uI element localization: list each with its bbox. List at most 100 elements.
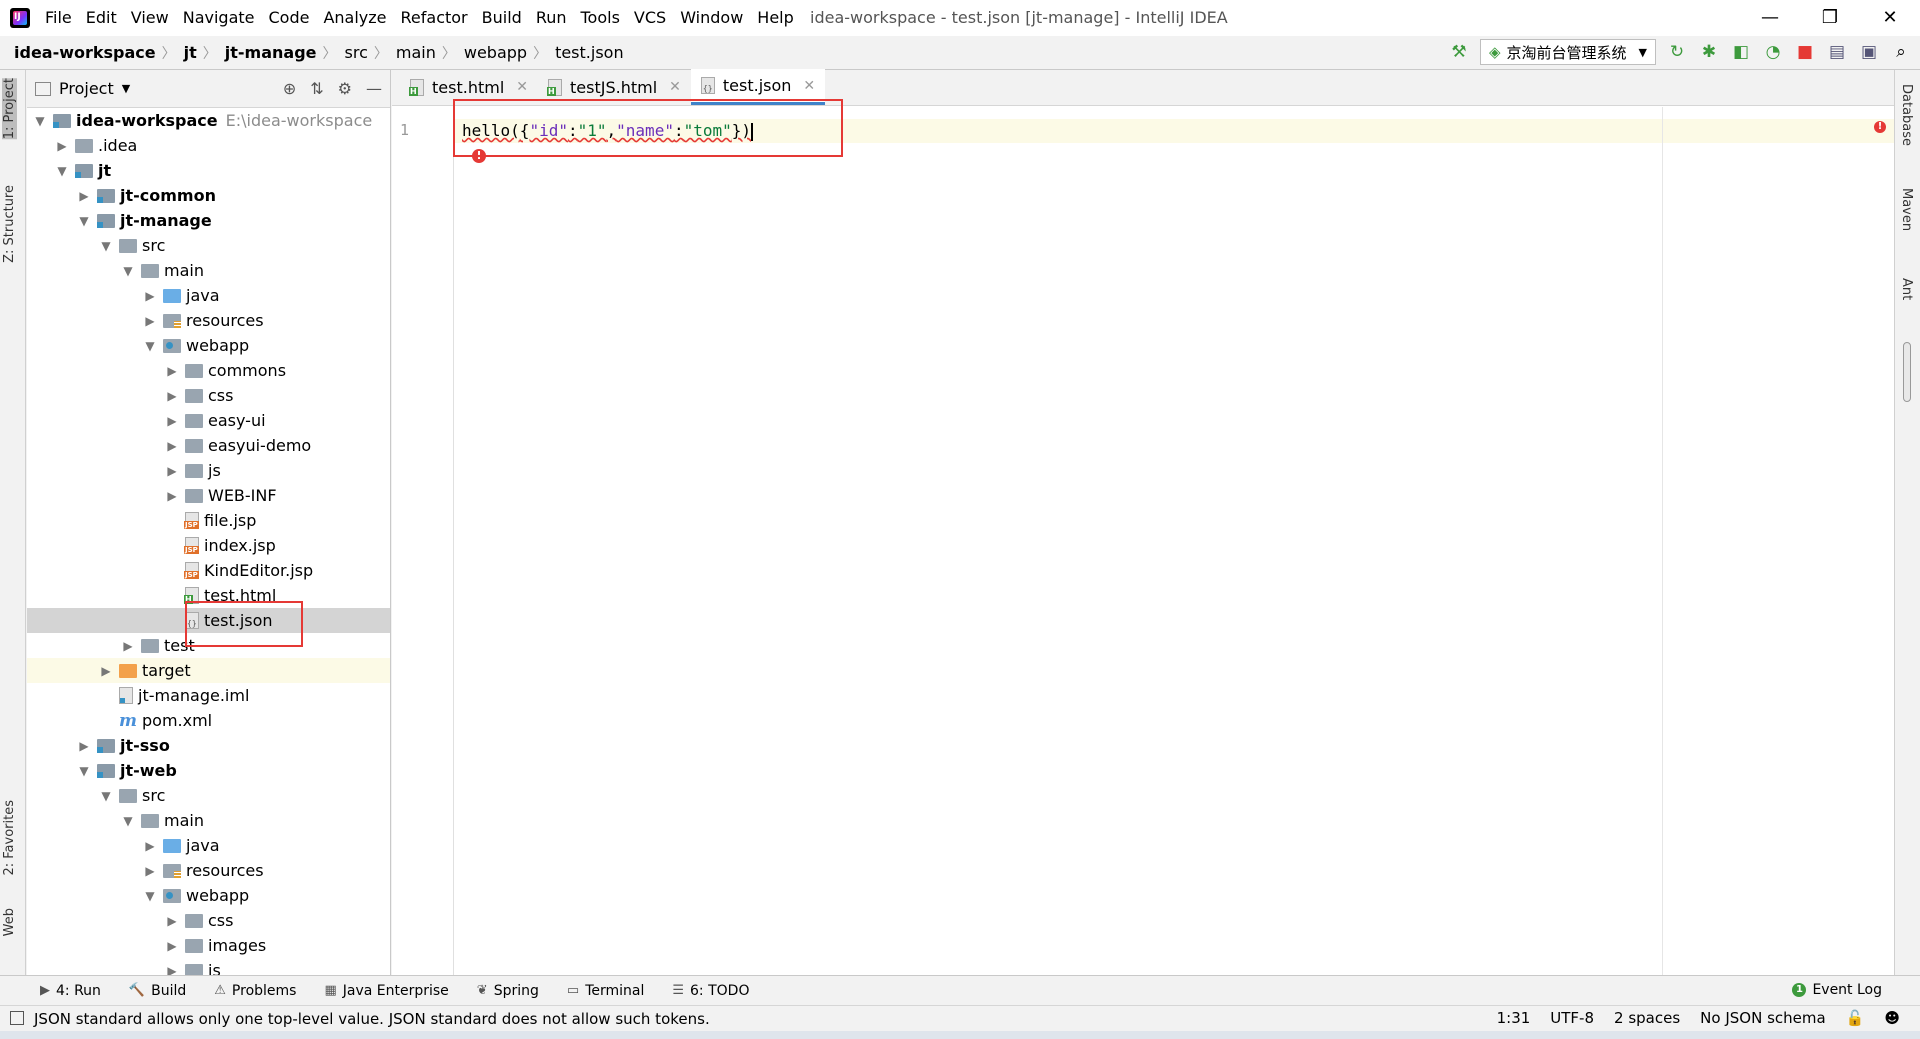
tree-item[interactable]: ▶ css (27, 908, 390, 933)
tree-item[interactable]: ▶ easyui-demo (27, 433, 390, 458)
close-tab-icon[interactable]: ✕ (516, 79, 528, 95)
tree-item[interactable]: ▶ test (27, 633, 390, 658)
debug-icon[interactable]: ✱ (1698, 41, 1720, 63)
tree-item[interactable]: ▶ .idea (27, 133, 390, 158)
stop-icon[interactable]: ■ (1794, 41, 1816, 63)
caret-position[interactable]: 1:31 (1497, 1009, 1531, 1027)
tree-item[interactable]: ▶ java (27, 283, 390, 308)
editor-tab[interactable]: test.json ✕ (690, 69, 826, 105)
tree-item[interactable]: ▼ main (27, 808, 390, 833)
error-stripe-icon[interactable]: ! (1874, 121, 1886, 133)
menu-item-view[interactable]: View (124, 0, 176, 36)
tree-item[interactable]: ▼ webapp (27, 333, 390, 358)
search-everywhere-icon[interactable]: ⌕ (1890, 41, 1912, 63)
tree-item[interactable]: ▶ resources (27, 858, 390, 883)
chevron-down-icon[interactable]: ▼ (122, 82, 130, 95)
close-tab-icon[interactable]: ✕ (669, 79, 681, 95)
tree-item[interactable]: jt-manage.iml (27, 683, 390, 708)
event-log-button[interactable]: 1 Event Log (1792, 982, 1882, 998)
tab-database-tool[interactable]: Database (1899, 84, 1914, 146)
collapse-arrow-icon[interactable]: ▶ (165, 364, 179, 378)
expand-arrow-icon[interactable]: ▼ (143, 339, 157, 353)
expand-arrow-icon[interactable]: ▼ (121, 264, 135, 278)
run-configuration-select[interactable]: ◈ 京淘前台管理系统 ▼ (1479, 39, 1656, 65)
tree-item[interactable]: test.json (27, 608, 390, 633)
tree-item[interactable]: KindEditor.jsp (27, 558, 390, 583)
build-hammer-icon[interactable]: ⚒ (1448, 41, 1470, 63)
menu-item-vcs[interactable]: VCS (627, 0, 673, 36)
expand-arrow-icon[interactable]: ▼ (99, 789, 113, 803)
tree-item[interactable]: m pom.xml (27, 708, 390, 733)
hide-panel-icon[interactable]: — (366, 79, 382, 98)
breadcrumb-item[interactable]: jt (184, 43, 197, 62)
menu-item-file[interactable]: File (38, 0, 79, 36)
collapse-arrow-icon[interactable]: ▶ (165, 914, 179, 928)
collapse-arrow-icon[interactable]: ▶ (143, 864, 157, 878)
close-window-button[interactable]: ✕ (1860, 0, 1920, 36)
tree-item[interactable]: ▼ webapp (27, 883, 390, 908)
collapse-all-icon[interactable]: ⇅ (310, 79, 323, 98)
collapse-arrow-icon[interactable]: ▶ (165, 414, 179, 428)
tool-button-spring[interactable]: ❦ Spring (477, 983, 539, 999)
code-line-1[interactable]: hello({"id":"1","name":"tom"}) (462, 121, 754, 141)
collapse-arrow-icon[interactable]: ▶ (77, 189, 91, 203)
tree-item[interactable]: index.jsp (27, 533, 390, 558)
tree-item[interactable]: file.jsp (27, 508, 390, 533)
collapse-arrow-icon[interactable]: ▶ (165, 389, 179, 403)
tool-button-4-run[interactable]: ▶ 4: Run (40, 983, 101, 999)
layout-icon[interactable]: ▣ (1858, 41, 1880, 63)
project-view-select[interactable]: Project (59, 79, 114, 98)
tree-item[interactable]: test.html (27, 583, 390, 608)
breadcrumb-item[interactable]: test.json (555, 43, 624, 62)
collapse-arrow-icon[interactable]: ▶ (121, 639, 135, 653)
tab-project-tool[interactable]: 1: Project (2, 78, 17, 140)
minimize-button[interactable]: — (1740, 0, 1800, 36)
tool-button-java-enterprise[interactable]: ▦ Java Enterprise (324, 983, 448, 999)
tool-button-terminal[interactable]: ▭ Terminal (567, 983, 644, 999)
breadcrumb-item[interactable]: main (396, 43, 436, 62)
tree-item[interactable]: ▶ js (27, 458, 390, 483)
collapse-arrow-icon[interactable]: ▶ (165, 464, 179, 478)
tree-item[interactable]: ▶ images (27, 933, 390, 958)
settings-gear-icon[interactable]: ⚙ (338, 79, 352, 98)
tree-item[interactable]: ▶ jt-sso (27, 733, 390, 758)
lock-icon[interactable]: 🔓 (1846, 1009, 1865, 1027)
expand-arrow-icon[interactable]: ▼ (143, 889, 157, 903)
menu-item-help[interactable]: Help (750, 0, 800, 36)
json-schema[interactable]: No JSON schema (1700, 1009, 1826, 1027)
collapse-arrow-icon[interactable]: ▶ (143, 289, 157, 303)
tool-button-6-todo[interactable]: ☰ 6: TODO (672, 983, 749, 999)
collapse-arrow-icon[interactable]: ▶ (165, 439, 179, 453)
collapse-arrow-icon[interactable]: ▶ (143, 314, 157, 328)
menu-item-refactor[interactable]: Refactor (394, 0, 475, 36)
breadcrumb-item[interactable]: jt-manage (225, 43, 317, 62)
tree-item[interactable]: ▶ target (27, 658, 390, 683)
tree-item[interactable]: ▼ main (27, 258, 390, 283)
tree-item[interactable]: ▶ easy-ui (27, 408, 390, 433)
indent-setting[interactable]: 2 spaces (1614, 1009, 1680, 1027)
error-bulb-icon[interactable]: ! (472, 149, 486, 163)
profile-icon[interactable]: ◔ (1762, 41, 1784, 63)
tree-item[interactable]: ▶ resources (27, 308, 390, 333)
breadcrumb-item[interactable]: idea-workspace (14, 43, 156, 62)
menu-item-run[interactable]: Run (529, 0, 574, 36)
tree-item[interactable]: ▶ js (27, 958, 390, 975)
expand-arrow-icon[interactable]: ▼ (55, 164, 69, 178)
menu-item-code[interactable]: Code (262, 0, 317, 36)
tree-item[interactable]: ▶ commons (27, 358, 390, 383)
scrollbar-handle[interactable] (1903, 342, 1911, 402)
editor-tab[interactable]: testJS.html ✕ (538, 69, 691, 105)
rerun-icon[interactable]: ↻ (1666, 41, 1688, 63)
expand-arrow-icon[interactable]: ▼ (121, 814, 135, 828)
tab-favorites-tool[interactable]: 2: Favorites (2, 800, 17, 876)
collapse-arrow-icon[interactable]: ▶ (165, 489, 179, 503)
menu-item-navigate[interactable]: Navigate (176, 0, 262, 36)
menu-item-tools[interactable]: Tools (574, 0, 627, 36)
expand-arrow-icon[interactable]: ▼ (99, 239, 113, 253)
menu-item-analyze[interactable]: Analyze (316, 0, 393, 36)
coverage-icon[interactable]: ◧ (1730, 41, 1752, 63)
editor-tab[interactable]: test.html ✕ (400, 69, 538, 105)
collapse-arrow-icon[interactable]: ▶ (165, 939, 179, 953)
tool-button-build[interactable]: 🔨 Build (129, 983, 186, 999)
toggle-tool-windows-icon[interactable] (10, 1011, 24, 1025)
